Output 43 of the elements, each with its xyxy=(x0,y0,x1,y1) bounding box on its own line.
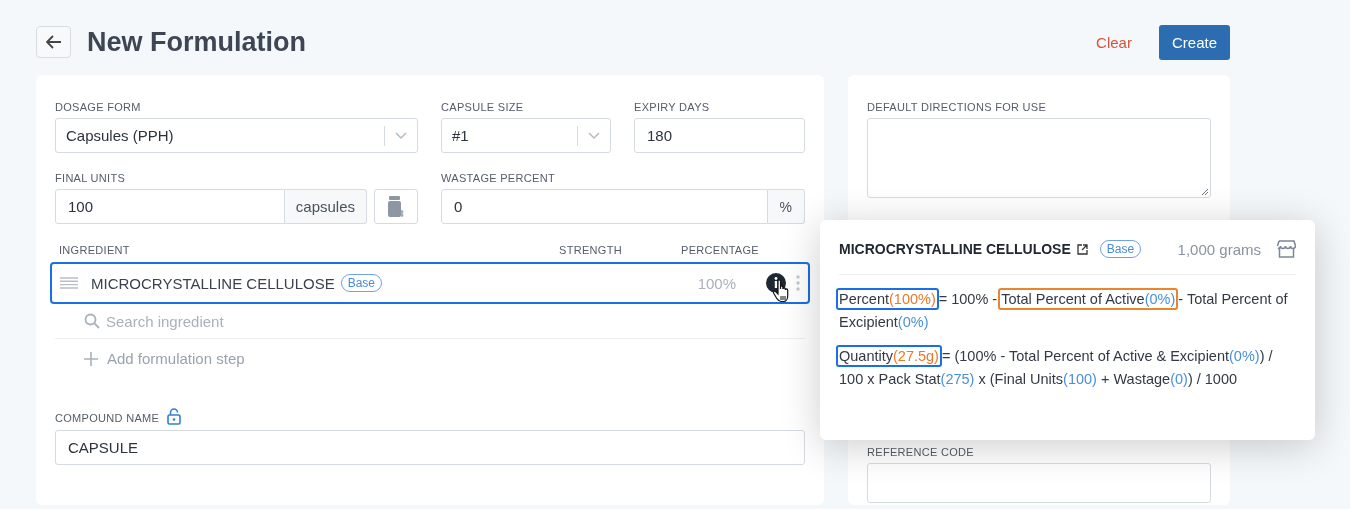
formula-text: Quantity(27.5g) = (100% - Total Percent of Active & Excipient(0%)) / 100 x Pack Stat(275) x (Final Units(100) + Wastage(0)) / 1000 xyxy=(839,345,1296,391)
formula-text: Percent(100%) = 100% - Total Percent of Active(0%) - Total Percent of Excipient(0%) xyxy=(839,288,1296,334)
dosage-form-select[interactable]: Capsules (PPH) xyxy=(55,118,418,153)
bottle-button[interactable] xyxy=(374,189,418,224)
capsule-size-select[interactable]: #1 xyxy=(441,118,611,153)
lock-icon[interactable] xyxy=(167,408,182,425)
reference-code-field[interactable] xyxy=(867,463,1211,503)
field-label: WASTAGE PERCENT xyxy=(441,172,556,184)
chevron-down-icon xyxy=(588,131,600,140)
back-button[interactable] xyxy=(36,26,71,58)
clear-button[interactable]: Clear xyxy=(1088,27,1140,57)
store-icon xyxy=(1277,240,1296,258)
popover-title: MICROCRYSTALLINE CELLULOSE xyxy=(839,241,1071,257)
percent-addon: % xyxy=(767,189,805,224)
create-button[interactable]: Create xyxy=(1158,24,1230,60)
back-arrow-icon xyxy=(45,35,62,49)
resize-grip-icon[interactable] xyxy=(1201,188,1208,195)
percentage-value: 100% xyxy=(697,274,736,292)
plus-icon xyxy=(84,351,98,366)
final-units-field[interactable]: 100 xyxy=(55,189,285,224)
wastage-percent-field[interactable]: 0 xyxy=(441,189,768,224)
field-label: COMPOUND NAME xyxy=(55,412,160,424)
field-label: REFERENCE CODE xyxy=(867,446,975,458)
expiry-days-field[interactable]: 180 xyxy=(634,118,805,153)
field-label: EXPIRY DAYS xyxy=(634,101,711,113)
field-label: DOSAGE FORM xyxy=(55,101,142,113)
external-link-icon[interactable] xyxy=(1076,243,1088,255)
stock-amount: 1,000 grams xyxy=(1177,240,1261,258)
pill-bottle-icon xyxy=(387,195,405,218)
search-icon xyxy=(84,313,100,329)
drag-handle-icon[interactable] xyxy=(60,277,78,289)
compound-name-field[interactable]: CAPSULE xyxy=(55,430,805,465)
field-label: CAPSULE SIZE xyxy=(441,101,525,113)
column-header: PERCENTAGE xyxy=(681,244,759,256)
field-label: FINAL UNITS xyxy=(55,172,127,184)
ingredient-name: MICROCRYSTALLINE CELLULOSE xyxy=(91,274,335,292)
unit-addon: capsules xyxy=(284,189,367,224)
field-label: DEFAULT DIRECTIONS FOR USE xyxy=(867,101,1048,113)
ingredient-row[interactable]: MICROCRYSTALLINE CELLULOSE Base 100% xyxy=(50,262,810,304)
chevron-down-icon xyxy=(395,131,407,140)
column-header: STRENGTH xyxy=(559,244,622,256)
column-header: INGREDIENT xyxy=(59,244,130,256)
page-title: New Formulation xyxy=(87,26,306,58)
